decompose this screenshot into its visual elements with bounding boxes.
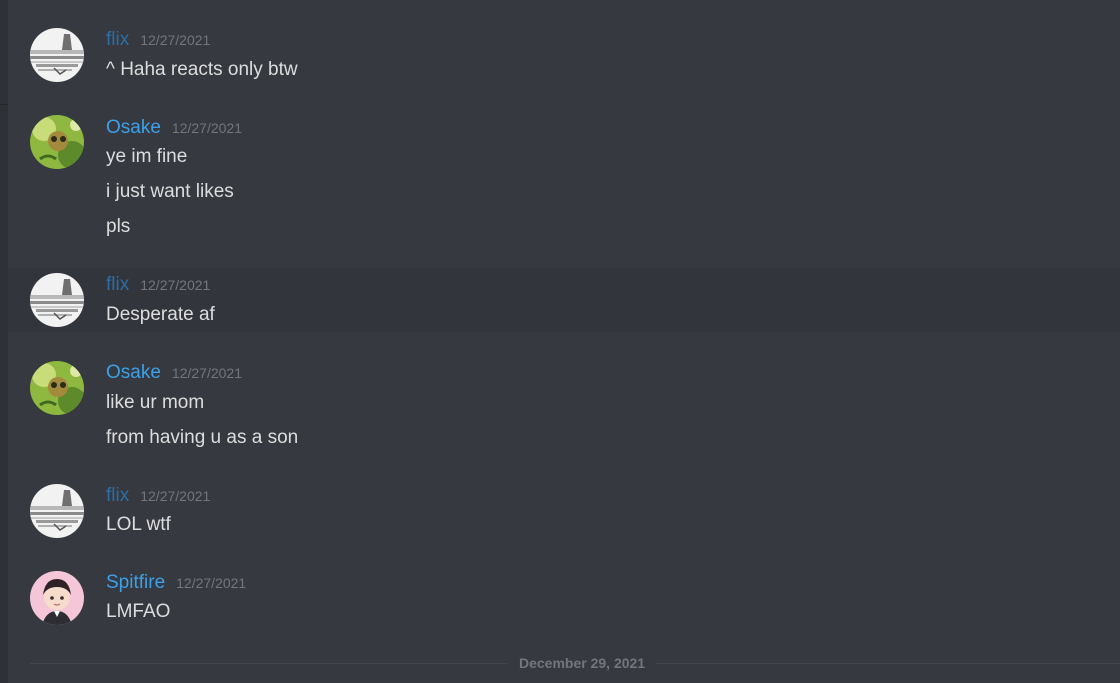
sketch-landscape-avatar-icon[interactable]: [30, 484, 84, 538]
message-group[interactable]: flix 12/27/2021 ^ Haha reacts only btw: [8, 22, 1120, 88]
timestamp[interactable]: 12/27/2021: [140, 32, 210, 48]
username[interactable]: Osake: [106, 362, 161, 384]
anime-character-avatar-icon[interactable]: [30, 571, 84, 625]
message-group[interactable]: flix 12/27/2021 LOL wtf: [8, 476, 1120, 542]
green-creature-avatar-icon[interactable]: [30, 361, 84, 415]
message-header: Osake 12/27/2021: [106, 117, 242, 139]
chat-window: flix 12/27/2021 ^ Haha reacts only btw O…: [0, 0, 1120, 683]
channel-sidebar-edge: [0, 0, 8, 683]
message-text: ye im fine: [106, 146, 188, 167]
message-group[interactable]: flix 12/27/2021 Desperate af: [8, 268, 1120, 332]
sketch-landscape-avatar-icon[interactable]: [30, 273, 84, 327]
message-header: Osake 12/27/2021: [106, 362, 242, 384]
timestamp[interactable]: 12/27/2021: [172, 365, 242, 381]
sidebar-divider: [0, 104, 8, 105]
message-text: LMFAO: [106, 601, 171, 622]
message-header: Spitfire 12/27/2021: [106, 572, 246, 594]
username[interactable]: flix: [106, 29, 129, 51]
message-text: LOL wtf: [106, 514, 171, 535]
message-header: flix 12/27/2021: [106, 274, 210, 296]
message-group[interactable]: Spitfire 12/27/2021 LMFAO: [8, 562, 1120, 632]
message-group[interactable]: Osake 12/27/2021 like ur mom from having…: [8, 352, 1120, 456]
message-text: Desperate af: [106, 304, 215, 325]
message-text: i just want likes: [106, 181, 234, 202]
timestamp[interactable]: 12/27/2021: [140, 488, 210, 504]
message-header: flix 12/27/2021: [106, 29, 210, 51]
sketch-landscape-avatar-icon[interactable]: [30, 28, 84, 82]
message-text: ^ Haha reacts only btw: [106, 59, 298, 80]
timestamp[interactable]: 12/27/2021: [176, 575, 246, 591]
message-text: pls: [106, 216, 131, 237]
message-group[interactable]: Osake 12/27/2021 ye im fine i just want …: [8, 106, 1120, 246]
message-text: from having u as a son: [106, 427, 299, 448]
username[interactable]: flix: [106, 274, 129, 296]
timestamp[interactable]: 12/27/2021: [140, 277, 210, 293]
green-creature-avatar-icon[interactable]: [30, 115, 84, 169]
timestamp[interactable]: 12/27/2021: [172, 120, 242, 136]
username[interactable]: Osake: [106, 117, 161, 139]
date-divider-label: December 29, 2021: [508, 654, 657, 672]
message-header: flix 12/27/2021: [106, 485, 210, 507]
username[interactable]: Spitfire: [106, 572, 165, 594]
message-text: like ur mom: [106, 392, 205, 413]
username[interactable]: flix: [106, 485, 129, 507]
